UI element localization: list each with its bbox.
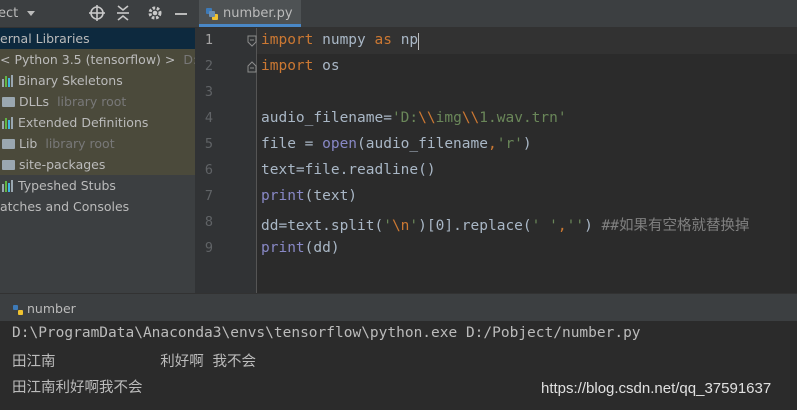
library-bars-icon <box>2 179 14 192</box>
tree-item-label: ernal Libraries <box>0 31 90 46</box>
line-number: 6 <box>204 162 213 178</box>
python-file-icon <box>206 7 218 20</box>
collapse-all-icon[interactable] <box>114 4 132 22</box>
active-tab-indicator <box>199 24 301 27</box>
run-tab-label: number <box>27 301 76 316</box>
tree-item-label: Typeshed Stubs <box>18 178 116 193</box>
tree-item-external-libraries[interactable]: ernal Libraries <box>0 28 195 49</box>
tree-item-typeshed-stubs[interactable]: Typeshed Stubs <box>0 175 195 196</box>
console-line: 田江南 利好啊 我不会 <box>12 354 256 370</box>
library-bars-icon <box>2 74 14 87</box>
tree-item-label: Binary Skeletons <box>18 73 123 88</box>
console-line: 田江南利好啊我不会 <box>12 380 143 396</box>
run-panel-header: number <box>0 293 797 322</box>
code-line: print(text) <box>261 188 358 204</box>
tree-item-suffix: library root <box>57 94 127 109</box>
line-number-gutter: 1 2 3 4 5 6 7 8 9 <box>195 28 257 293</box>
code-line: import os <box>261 58 340 74</box>
library-bars-icon <box>2 116 14 129</box>
tab-number-py[interactable]: number.py <box>199 0 301 27</box>
tree-item-label: < Python 3.5 (tensorflow) > <box>0 52 176 67</box>
tree-item-suffix: library root <box>45 136 115 151</box>
tree-item-lib[interactable]: Lib library root <box>0 133 195 154</box>
watermark-url: https://blog.csdn.net/qq_37591637 <box>541 380 772 397</box>
tree-item-site-packages[interactable]: site-packages <box>0 154 195 175</box>
code-line: file = open(audio_filename,'r') <box>261 136 532 152</box>
tree-item-extended-definitions[interactable]: Extended Definitions <box>0 112 195 133</box>
chevron-down-icon <box>27 10 36 16</box>
line-number: 3 <box>204 84 213 100</box>
code-line: text=file.readline() <box>261 162 436 178</box>
line-number: 2 <box>204 58 213 74</box>
line-number: 4 <box>204 110 213 126</box>
line-number: 8 <box>204 214 213 230</box>
project-tree: ernal Libraries < Python 3.5 (tensorflow… <box>0 28 195 217</box>
code-line: import numpy as np <box>261 32 419 48</box>
line-number: 1 <box>204 32 213 48</box>
code-line: print(dd) <box>261 240 340 256</box>
python-run-icon <box>13 304 23 315</box>
tree-item-dlls[interactable]: DLLs library root <box>0 91 195 112</box>
text-caret <box>418 33 420 50</box>
tab-label: number.py <box>223 6 293 21</box>
tree-item-scratches[interactable]: atches and Consoles <box>0 196 195 217</box>
project-view-label: ect <box>0 6 19 21</box>
code-editor[interactable]: import numpy as np import os audio_filenam… <box>257 28 797 293</box>
folder-icon <box>2 159 15 170</box>
minimize-icon[interactable] <box>172 4 190 22</box>
project-view-selector[interactable]: ect <box>0 6 36 21</box>
tree-item-python-sdk[interactable]: < Python 3.5 (tensorflow) > D:\Pro <box>0 49 195 70</box>
folder-icon <box>2 138 15 149</box>
line-number: 7 <box>204 188 213 204</box>
project-toolbar: ect <box>0 0 195 28</box>
crosshair-icon[interactable] <box>88 4 106 22</box>
tree-item-path: D:\Pro <box>183 52 195 67</box>
console-line: D:\ProgramData\Anaconda3\envs\tensorflow… <box>12 325 641 341</box>
line-number: 5 <box>204 136 213 152</box>
tree-item-label: site-packages <box>19 157 106 172</box>
code-line: dd=text.split('\n')[0].replace(' ','') #… <box>261 218 750 234</box>
tree-item-label: DLLs <box>19 94 50 109</box>
project-panel: ect ernal Libraries < Python 3.5 (tensor… <box>0 0 195 293</box>
tree-item-binary-skeletons[interactable]: Binary Skeletons <box>0 70 195 91</box>
line-number: 9 <box>204 240 213 256</box>
fold-marker-icon[interactable] <box>247 61 257 73</box>
editor-tab-bar: number.py <box>195 0 797 28</box>
tree-item-label: Extended Definitions <box>18 115 149 130</box>
run-tab[interactable]: number <box>12 301 76 316</box>
folder-icon <box>2 96 15 107</box>
fold-marker-icon[interactable] <box>247 35 257 47</box>
gear-icon[interactable] <box>146 4 164 22</box>
tree-item-label: atches and Consoles <box>0 199 130 214</box>
tree-item-label: Lib <box>19 136 38 151</box>
code-line: audio_filename='D:\\img\\1.wav.trn' <box>261 110 567 126</box>
